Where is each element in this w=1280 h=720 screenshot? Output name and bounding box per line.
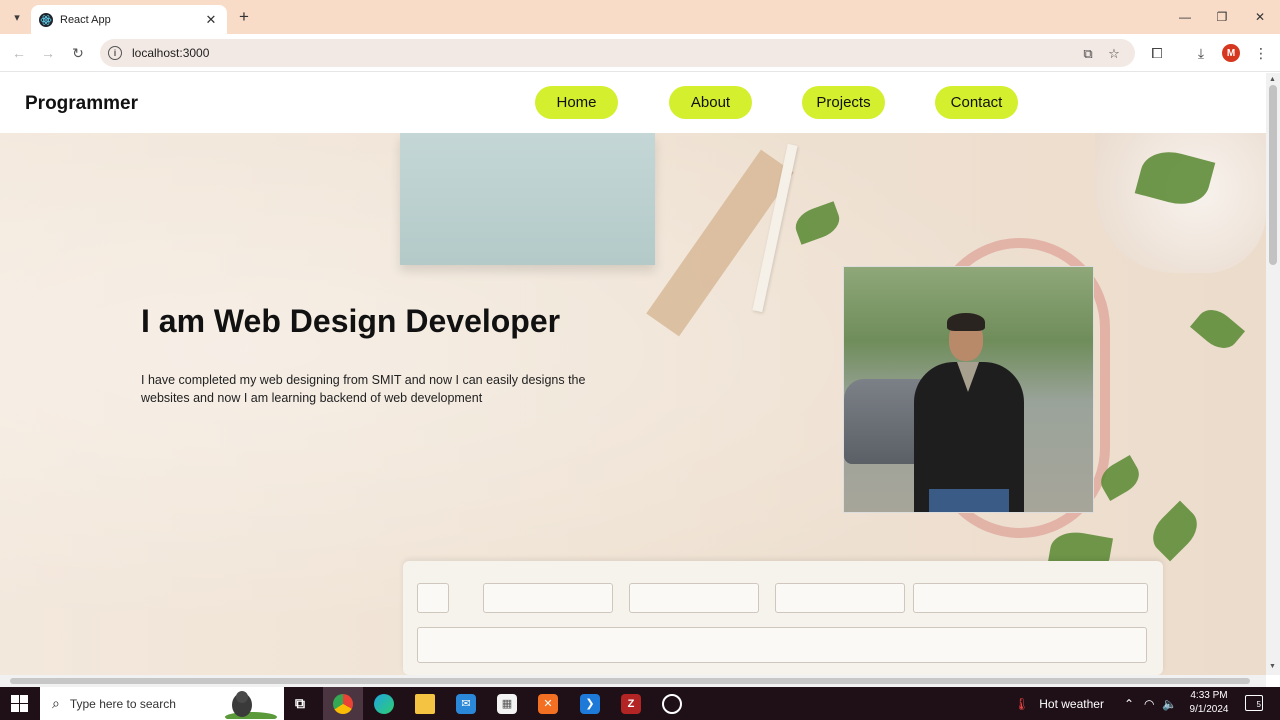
restore-icon[interactable]: ❐	[1207, 6, 1237, 28]
download-icon[interactable]: ⤓	[1192, 44, 1210, 62]
nav-projects[interactable]: Projects	[802, 86, 885, 119]
key	[913, 583, 1148, 613]
key	[483, 583, 613, 613]
windows-start-icon[interactable]	[11, 695, 28, 712]
bookmark-star-icon[interactable]: ☆	[1106, 46, 1122, 62]
react-favicon-icon	[39, 12, 53, 27]
extensions-puzzle-icon[interactable]: ⧠	[1148, 44, 1166, 62]
minimize-icon[interactable]: —	[1170, 6, 1200, 28]
page-viewport: Programmer Home About Projects Contact I…	[0, 73, 1266, 675]
install-app-icon[interactable]: ⧉	[1080, 46, 1096, 62]
back-arrow-icon[interactable]: ←	[9, 43, 29, 63]
taskbar-store[interactable]: ▦	[487, 687, 527, 720]
tab-react-app[interactable]: React App ✕	[31, 5, 227, 34]
taskbar-search-placeholder: Type here to search	[69, 696, 176, 711]
network-icon[interactable]: ◠	[1144, 687, 1154, 720]
site-navbar: Programmer Home About Projects Contact	[0, 73, 1266, 133]
profile-photo	[843, 266, 1094, 513]
gorilla-search-highlight-icon	[225, 691, 277, 719]
tab-search-chevron-icon[interactable]: ▾	[6, 7, 28, 27]
desk-box-decoration	[400, 133, 655, 265]
key	[417, 583, 449, 613]
thermometer-icon: 🌡	[1014, 696, 1030, 711]
task-view-icon[interactable]: ⧉	[280, 687, 320, 720]
scroll-up-icon[interactable]: ▲	[1269, 76, 1276, 83]
tab-strip: ▾ React App ✕ + — ❐ ✕	[0, 0, 1280, 34]
address-bar[interactable]: i localhost:3000 ⧉ ☆	[100, 39, 1135, 67]
profile-avatar[interactable]: M	[1222, 44, 1240, 62]
clock-date: 9/1/2024	[1189, 704, 1229, 715]
key	[417, 627, 1147, 663]
nav-about[interactable]: About	[669, 86, 752, 119]
tab-close-icon[interactable]: ✕	[203, 12, 219, 28]
weather-widget[interactable]: 🌡 Hot weather	[1014, 687, 1104, 720]
vertical-scrollbar[interactable]: ▲ ▼	[1266, 73, 1280, 675]
notification-icon[interactable]: 5	[1245, 695, 1263, 711]
scroll-down-icon[interactable]: ▼	[1269, 663, 1276, 670]
tray-chevron-icon[interactable]: ⌃	[1124, 687, 1134, 720]
key	[629, 583, 759, 613]
url-text: localhost:3000	[132, 46, 210, 60]
horizontal-scroll-thumb[interactable]	[10, 678, 1250, 684]
nav-contact[interactable]: Contact	[935, 86, 1018, 119]
browser-toolbar: ← → ↻ i localhost:3000 ⧉ ☆ ⧠ ⤓ M ⋮	[0, 34, 1280, 72]
taskbar-app[interactable]	[652, 687, 692, 720]
nav-home[interactable]: Home	[535, 86, 618, 119]
hero-description: I have completed my web designing from S…	[141, 373, 586, 405]
reload-icon[interactable]: ↻	[68, 43, 88, 63]
more-menu-icon[interactable]: ⋮	[1252, 44, 1270, 62]
taskbar-clock[interactable]: 4:33 PM 9/1/2024	[1178, 689, 1240, 717]
photo-person-hair	[947, 313, 985, 331]
taskbar-filezilla[interactable]: Z	[611, 687, 651, 720]
forward-arrow-icon[interactable]: →	[38, 43, 58, 63]
windows-taskbar: ⌕ Type here to search ⧉ ✉ ▦ ✕ ❯ Z 🌡 Hot …	[0, 687, 1280, 720]
site-info-icon[interactable]: i	[108, 46, 122, 60]
clock-time: 4:33 PM	[1190, 690, 1228, 701]
search-icon: ⌕	[52, 695, 60, 711]
key	[775, 583, 905, 613]
weather-text: Hot weather	[1039, 696, 1104, 711]
taskbar-vscode[interactable]: ❯	[570, 687, 610, 720]
taskbar-chrome[interactable]	[323, 687, 363, 720]
taskbar-file-explorer[interactable]	[405, 687, 445, 720]
taskbar-edge[interactable]	[364, 687, 404, 720]
horizontal-scrollbar[interactable]	[0, 675, 1266, 687]
close-window-icon[interactable]: ✕	[1245, 6, 1275, 28]
volume-icon[interactable]: 🔈	[1162, 687, 1177, 720]
tab-title: React App	[60, 13, 111, 26]
photo-person-jeans	[929, 489, 1009, 512]
site-brand[interactable]: Programmer	[25, 93, 138, 115]
vertical-scroll-thumb[interactable]	[1269, 85, 1277, 265]
hero-title: I am Web Design Developer	[141, 303, 561, 339]
taskbar-mail[interactable]: ✉	[446, 687, 486, 720]
new-tab-button[interactable]: +	[234, 8, 254, 26]
keyboard-decoration	[403, 561, 1163, 675]
taskbar-xampp[interactable]: ✕	[528, 687, 568, 720]
